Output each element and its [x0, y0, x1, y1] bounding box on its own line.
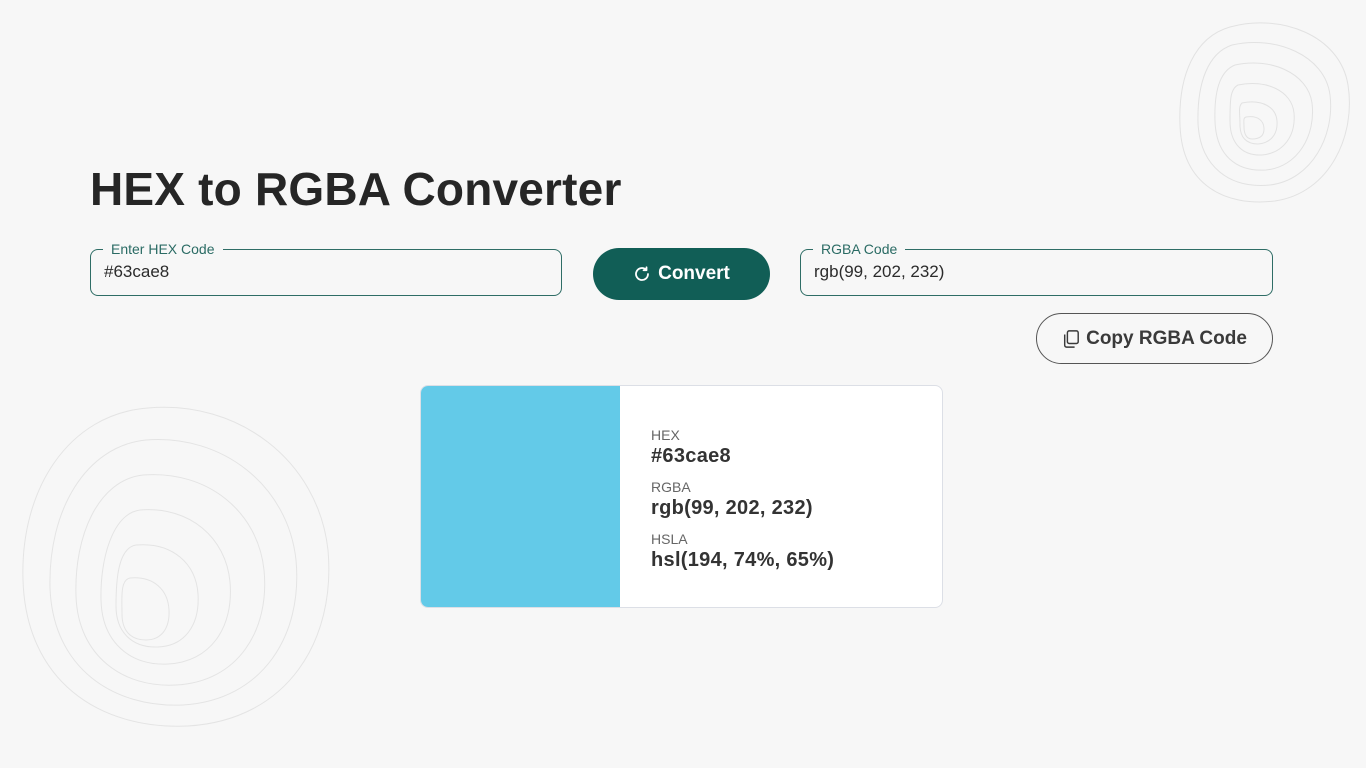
hsla-value: hsl(194, 74%, 65%): [651, 549, 835, 571]
page-title: HEX to RGBA Converter: [90, 163, 622, 215]
hex-label: HEX: [651, 427, 680, 443]
rgba-output[interactable]: [814, 262, 1254, 282]
hex-field[interactable]: Enter HEX Code: [90, 240, 562, 296]
copy-rgba-button-label: Copy RGBA Code: [1086, 327, 1247, 349]
refresh-icon: [635, 266, 649, 281]
color-swatch: [421, 386, 620, 607]
rgba-field-label: RGBA Code: [813, 240, 906, 258]
rgba-value: rgb(99, 202, 232): [651, 497, 813, 519]
convert-button-label: Convert: [658, 263, 730, 284]
copy-rgba-button[interactable]: Copy RGBA Code: [1036, 313, 1273, 364]
decorative-contour-top-right: [1179, 22, 1350, 203]
convert-button[interactable]: Convert: [593, 248, 770, 300]
page: HEX to RGBA Converter Enter HEX Code Con…: [0, 0, 1366, 768]
rgba-label: RGBA: [651, 479, 691, 495]
decorative-contour-bottom-left: [22, 406, 330, 727]
color-info: HEX #63cae8 RGBA rgb(99, 202, 232) HSLA …: [651, 426, 834, 582]
hex-input[interactable]: [104, 262, 544, 282]
hsla-label: HSLA: [651, 531, 688, 547]
copy-icon: [1064, 329, 1080, 348]
rgba-field[interactable]: RGBA Code: [800, 240, 1273, 296]
hex-field-label: Enter HEX Code: [103, 240, 223, 258]
result-card: HEX #63cae8 RGBA rgb(99, 202, 232) HSLA …: [420, 385, 943, 608]
hex-value: #63cae8: [651, 445, 731, 467]
